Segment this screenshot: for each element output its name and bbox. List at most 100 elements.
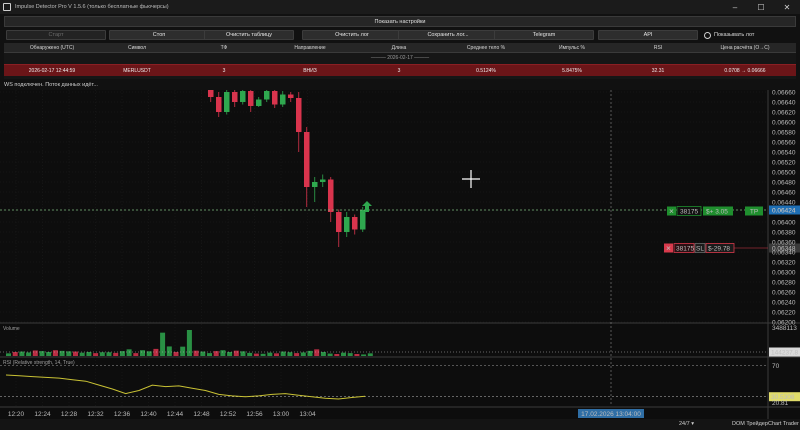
candle-body	[288, 94, 294, 98]
price-tick-label: 0.06600	[772, 119, 796, 126]
col-rsi[interactable]: RSI	[654, 45, 662, 51]
volume-bar	[140, 350, 145, 356]
time-tick-label: 12:52	[220, 411, 237, 418]
maximize-button[interactable]: ☐	[748, 0, 774, 14]
cell-direction: ВНИЗ	[303, 68, 317, 74]
chart-area[interactable]: Volume RSI (Relative strength, 14, True)…	[0, 90, 800, 430]
volume-bar	[247, 352, 253, 356]
col-calc-price[interactable]: Цена расчёта (O→C)	[720, 45, 769, 51]
volume-bar	[287, 352, 293, 356]
volume-bar	[113, 352, 119, 356]
tp-close-glyph: ✕	[669, 208, 674, 215]
volume-bar	[233, 350, 239, 356]
volume-bar	[59, 350, 65, 356]
price-tick-label: 0.06620	[772, 109, 796, 116]
col-impulse[interactable]: Импульс %	[559, 45, 585, 51]
volume-bar	[294, 353, 300, 356]
sl-tag: SL	[696, 245, 704, 252]
start-button[interactable]: Старт	[6, 30, 106, 40]
price-chart[interactable]: Volume RSI (Relative strength, 14, True)…	[0, 90, 800, 430]
show-lot-checkbox[interactable]: Показывать лот	[704, 30, 754, 40]
price-tick-label: 0.06340	[772, 249, 796, 256]
volume-bar	[126, 349, 132, 356]
dom-trader-tab[interactable]: DOM Трейдер	[732, 421, 768, 427]
price-tick-label: 0.06660	[772, 90, 796, 96]
col-symbol[interactable]: Символ	[128, 45, 146, 51]
volume-bar	[267, 352, 273, 356]
sl-close-glyph: ✕	[666, 245, 671, 252]
time-tick-label: 12:20	[8, 411, 25, 418]
time-tick-label: 12:36	[114, 411, 131, 418]
volume-pane-title: Volume	[3, 326, 20, 332]
col-direction[interactable]: Направление	[294, 45, 325, 51]
clear-log-button[interactable]: Очистить лог	[302, 30, 402, 40]
candle-body	[296, 98, 302, 132]
candle-body	[328, 179, 334, 212]
col-length[interactable]: Длина	[392, 45, 407, 51]
api-button[interactable]: API	[598, 30, 698, 40]
time-tick-label: 12:24	[34, 411, 51, 418]
price-tick-label: 0.06220	[772, 309, 796, 316]
time-tick-label: 12:44	[167, 411, 184, 418]
sl-qty: 38175	[676, 245, 694, 252]
col-detected[interactable]: Обнаружено (UTC)	[30, 45, 74, 51]
price-tick-label: 0.06460	[772, 189, 796, 196]
save-log-button[interactable]: Сохранить лог...	[398, 30, 498, 40]
time-tick-label: 13:00	[273, 411, 290, 418]
candle-body	[256, 99, 262, 106]
col-avg-body[interactable]: Среднее тело %	[467, 45, 505, 51]
time-tick-label: 12:32	[87, 411, 104, 418]
window-title: Impulse Detector Pro V 1.5.6 (только бес…	[15, 4, 169, 10]
candle-body	[344, 217, 350, 232]
price-tick-label: 0.06640	[772, 99, 796, 106]
table-row[interactable]: 2026-02-17 12:44:59 MERLUSDT 3 ВНИЗ 3 0.…	[4, 64, 796, 76]
candle-body	[232, 92, 238, 102]
crosshair-time-label: 17.02.2026 13:04:00	[581, 411, 641, 418]
volume-bar	[260, 353, 266, 356]
price-tick-label: 0.06280	[772, 279, 796, 286]
cell-avg-body: 0.5124%	[476, 68, 496, 74]
bottom-bar: 24/7 ▾ DOM Трейдер Chart Trader	[0, 419, 800, 430]
toolbar: Старт Стоп Очистить таблицу Очистить лог…	[4, 30, 796, 41]
show-lot-label: Показывать лот	[714, 32, 755, 38]
show-settings-button[interactable]: Показать настройки	[4, 16, 796, 27]
volume-bar	[106, 352, 112, 356]
time-tick-label: 12:40	[140, 411, 157, 418]
clear-table-button[interactable]: Очистить таблицу	[204, 30, 294, 40]
candle-body	[224, 92, 230, 112]
cell-detected: 2026-02-17 12:44:59	[28, 68, 76, 74]
candle-body	[312, 182, 318, 187]
price-tick-label: 0.06400	[772, 219, 796, 226]
volume-bar	[86, 352, 92, 356]
tp-pnl: $+ 3.05	[706, 208, 728, 215]
volume-bar	[79, 352, 85, 356]
volume-bar	[32, 350, 38, 356]
rsi-min-label: 20.81	[772, 400, 789, 407]
checkbox-icon[interactable]	[704, 31, 711, 39]
volume-current-label: 144237.8	[771, 349, 798, 356]
candle-body	[360, 210, 366, 230]
stop-button[interactable]: Стоп	[109, 30, 209, 40]
volume-bar	[207, 353, 212, 356]
volume-bar	[347, 353, 353, 356]
volume-bar	[334, 354, 340, 356]
chart-trader-tab[interactable]: Chart Trader	[768, 421, 799, 427]
table-header: Обнаружено (UTC) Символ ТФ Направление Д…	[4, 43, 796, 53]
candle-body	[336, 212, 342, 232]
col-timeframe[interactable]: ТФ	[221, 45, 228, 51]
cell-calc-price: 0.0708 → 0.06666	[724, 68, 766, 74]
volume-bar	[26, 352, 32, 356]
volume-bar	[341, 352, 346, 356]
volume-bar	[93, 353, 99, 356]
price-tick-label: 0.06520	[772, 159, 796, 166]
status-line: WS подключен. Поток данных идёт...	[4, 82, 98, 88]
close-button[interactable]: ✕	[774, 0, 800, 14]
minimize-button[interactable]: –	[722, 0, 748, 14]
volume-bar	[46, 352, 52, 356]
volume-max-label: 3488113	[772, 325, 797, 332]
session-dropdown[interactable]: 24/7 ▾	[679, 421, 694, 427]
telegram-button[interactable]: Telegram	[494, 30, 594, 40]
candle-body	[208, 90, 214, 97]
rsi-pane-title: RSI (Relative strength, 14, True)	[3, 360, 75, 366]
candle-body	[304, 132, 310, 187]
